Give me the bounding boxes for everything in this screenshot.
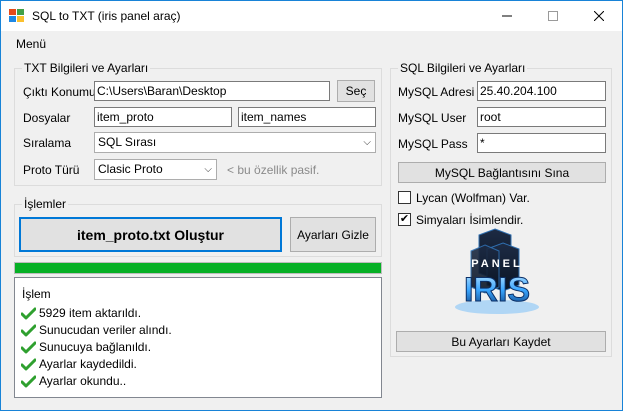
operations-title: İşlemler	[22, 197, 69, 211]
order-select[interactable]: SQL Sırası ⌵	[94, 132, 376, 153]
item-proto-file-input[interactable]: item_proto	[94, 107, 232, 127]
minimize-button[interactable]	[484, 1, 530, 31]
maximize-button[interactable]	[530, 1, 576, 31]
order-select-value: SQL Sırası	[98, 135, 157, 149]
log-title: İşlem	[22, 287, 51, 301]
mysql-address-label: MySQL Adresi	[398, 85, 475, 99]
proto-type-hint: < bu özellik pasif.	[227, 163, 320, 177]
logo-main-text: IRIS	[464, 271, 530, 309]
progress-bar	[14, 262, 382, 274]
create-item-proto-button[interactable]: item_proto.txt Oluştur	[19, 217, 282, 252]
log-line-text: Sunucudan veriler alındı.	[39, 323, 172, 337]
check-icon	[21, 307, 36, 319]
menu-item-menu[interactable]: Menü	[16, 37, 46, 51]
chevron-down-icon: ⌵	[363, 137, 371, 148]
app-icon	[9, 9, 25, 23]
check-icon	[21, 341, 36, 353]
progress-bar-fill	[15, 263, 381, 273]
order-label: Sıralama	[23, 136, 72, 150]
list-item: Ayarlar okundu..	[21, 373, 126, 389]
list-item: Sunucuya bağlanıldı.	[21, 339, 151, 355]
list-item: Sunucudan veriler alındı.	[21, 322, 172, 338]
output-location-input[interactable]: C:\Users\Baran\Desktop	[94, 81, 330, 101]
mysql-user-input[interactable]: root	[477, 107, 606, 127]
close-button[interactable]	[576, 1, 622, 31]
window-title: SQL to TXT (iris panel araç)	[32, 9, 181, 23]
hide-settings-button[interactable]: Ayarları Gizle	[290, 217, 376, 252]
minimize-icon	[502, 15, 512, 17]
mysql-pass-label: MySQL Pass	[398, 137, 468, 151]
logo-top-text: PANEL	[471, 258, 522, 270]
log-list[interactable]: İşlem 5929 item aktarıldı. Sunucudan ver…	[14, 277, 382, 398]
name-alchemy-label[interactable]: Simyaları İsimlendir.	[416, 213, 523, 227]
mysql-pass-input[interactable]: *	[477, 133, 606, 153]
list-item: Ayarlar kaydedildi.	[21, 356, 137, 372]
check-icon	[21, 358, 36, 370]
list-item: 5929 item aktarıldı.	[21, 305, 141, 321]
test-mysql-connection-button[interactable]: MySQL Bağlantısını Sına	[398, 162, 606, 183]
maximize-icon	[548, 11, 558, 21]
log-line-text: Ayarlar kaydedildi.	[39, 357, 137, 371]
title-bar[interactable]: SQL to TXT (iris panel araç)	[1, 1, 622, 31]
name-alchemy-checkbox[interactable]: ✔	[398, 213, 411, 226]
item-names-file-input[interactable]: item_names	[238, 107, 376, 127]
log-line-text: Ayarlar okundu..	[39, 374, 127, 388]
proto-type-select[interactable]: Clasic Proto ⌵	[94, 159, 217, 180]
mysql-address-input[interactable]: 25.40.204.100	[477, 81, 606, 101]
log-line-text: Sunucuya bağlanıldı.	[39, 340, 152, 354]
lycan-label[interactable]: Lycan (Wolfman) Var.	[416, 191, 530, 205]
chevron-down-icon: ⌵	[204, 164, 212, 175]
log-line-text: 5929 item aktarıldı.	[39, 306, 142, 320]
output-location-label: Çıktı Konumu	[23, 85, 96, 99]
check-icon	[21, 324, 36, 336]
app-window: SQL to TXT (iris panel araç) Menü TXT Bi…	[0, 0, 623, 411]
proto-type-select-value: Clasic Proto	[98, 162, 163, 176]
menu-bar: Menü	[1, 31, 622, 55]
check-icon	[21, 375, 36, 387]
browse-button[interactable]: Seç	[337, 80, 375, 102]
close-icon	[594, 11, 604, 21]
sql-settings-title: SQL Bilgileri ve Ayarları	[398, 61, 528, 75]
iris-panel-logo: PANEL IRIS	[447, 227, 547, 319]
mysql-user-label: MySQL User	[398, 111, 467, 125]
save-settings-button[interactable]: Bu Ayarları Kaydet	[396, 331, 606, 352]
files-label: Dosyalar	[23, 111, 71, 125]
txt-settings-title: TXT Bilgileri ve Ayarları	[22, 61, 151, 75]
proto-type-label: Proto Türü	[23, 163, 80, 177]
lycan-checkbox[interactable]	[398, 191, 411, 204]
